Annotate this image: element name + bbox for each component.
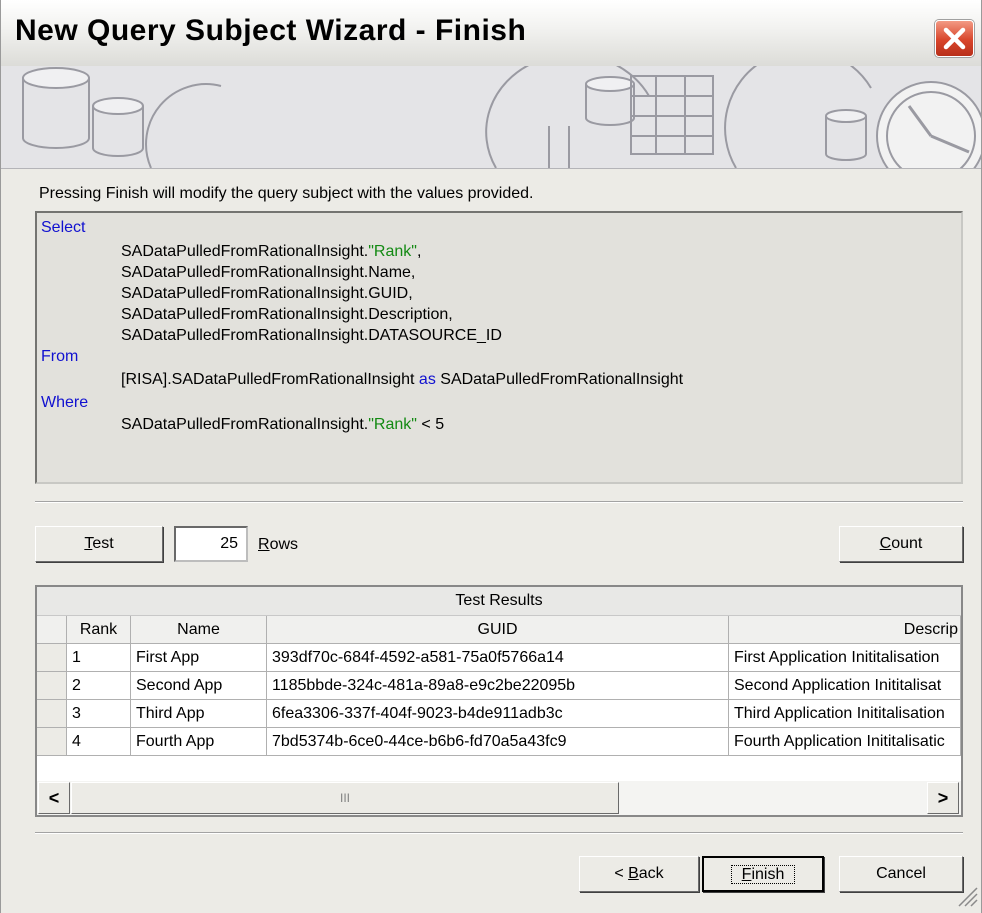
close-icon [943, 27, 966, 50]
separator-top [35, 501, 963, 503]
test-button[interactable]: Test [35, 526, 163, 562]
cell-name: Fourth App [131, 728, 267, 756]
row-selector[interactable] [37, 644, 67, 672]
info-text: Pressing Finish will modify the query su… [39, 185, 534, 202]
cancel-button[interactable]: Cancel [839, 856, 963, 892]
cell-rank: 4 [67, 728, 131, 756]
cell-rank: 2 [67, 672, 131, 700]
close-button[interactable] [935, 20, 974, 57]
column-header-rank[interactable]: Rank [67, 616, 131, 644]
row-selector[interactable] [37, 672, 67, 700]
sql-select-line: SADataPulledFromRationalInsight.Descript… [121, 306, 453, 323]
rows-label: Rows [258, 536, 299, 553]
sql-select-line: SADataPulledFromRationalInsight."Rank", [121, 243, 422, 260]
results-caption: Test Results [37, 587, 961, 616]
sql-select-line: SADataPulledFromRationalInsight.GUID, [121, 285, 413, 302]
cell-guid: 393df70c-684f-4592-a581-75a0f5766a14 [267, 644, 729, 672]
row-selector[interactable] [37, 700, 67, 728]
back-button[interactable]: < Back [579, 856, 699, 892]
cell-description: Second Application Inititalisat [729, 672, 961, 700]
table-row[interactable]: 2 Second App 1185bbde-324c-481a-89a8-e9c… [37, 672, 961, 700]
table-row[interactable]: 3 Third App 6fea3306-337f-404f-9023-b4de… [37, 700, 961, 728]
sql-where-keyword: Where [41, 394, 89, 411]
cell-rank: 1 [67, 644, 131, 672]
finish-focus-ring: Finish [730, 865, 796, 884]
table-row[interactable]: 4 Fourth App 7bd5374b-6ce0-44ce-b6b6-fd7… [37, 728, 961, 756]
results-grid: Test Results Rank Name GUID Descrip 1 Fi… [37, 587, 961, 781]
cell-guid: 7bd5374b-6ce0-44ce-b6b6-fd70a5a43fc9 [267, 728, 729, 756]
sql-where-line: SADataPulledFromRationalInsight."Rank" <… [121, 416, 445, 433]
row-selector[interactable] [37, 728, 67, 756]
column-header-description[interactable]: Descrip [729, 616, 961, 644]
cell-name: Second App [131, 672, 267, 700]
test-results-panel: Test Results Rank Name GUID Descrip 1 Fi… [35, 585, 963, 817]
cell-description: Fourth Application Inititalisatic [729, 728, 961, 756]
separator-bottom [35, 832, 963, 834]
sql-from-keyword: From [41, 348, 79, 365]
rows-count-input[interactable]: 25 [174, 526, 248, 562]
chevron-right-icon: > [937, 788, 949, 808]
count-button[interactable]: Count [839, 526, 963, 562]
resize-grip-icon[interactable] [951, 880, 979, 908]
cell-guid: 1185bbde-324c-481a-89a8-e9c2be22095b [267, 672, 729, 700]
cell-description: First Application Inititalisation [729, 644, 961, 672]
cell-rank: 3 [67, 700, 131, 728]
window-title: New Query Subject Wizard - Finish [15, 14, 527, 47]
sql-from-line: [RISA].SADataPulledFromRationalInsight a… [121, 371, 684, 388]
cell-guid: 6fea3306-337f-404f-9023-b4de911adb3c [267, 700, 729, 728]
banner-decoration-icon [22, 66, 981, 168]
grip-icon: III [339, 791, 350, 805]
finish-button[interactable]: Finish [702, 856, 824, 892]
horizontal-scrollbar[interactable]: < III > [37, 781, 961, 815]
wizard-window: New Query Subject Wizard - Finish Pressi… [0, 0, 982, 913]
column-header-guid[interactable]: GUID [267, 616, 729, 644]
scroll-left-button[interactable]: < [38, 782, 70, 814]
scroll-right-button[interactable]: > [927, 782, 959, 814]
chevron-left-icon: < [48, 788, 60, 808]
table-row[interactable]: 1 First App 393df70c-684f-4592-a581-75a0… [37, 644, 961, 672]
sql-select-keyword: Select [41, 219, 86, 236]
cell-name: First App [131, 644, 267, 672]
cell-description: Third Application Inititalisation [729, 700, 961, 728]
sql-select-line: SADataPulledFromRationalInsight.Name, [121, 264, 416, 281]
title-bar[interactable]: New Query Subject Wizard - Finish [1, 0, 981, 66]
column-header-name[interactable]: Name [131, 616, 267, 644]
scroll-thumb[interactable]: III [71, 782, 619, 814]
sql-select-line: SADataPulledFromRationalInsight.DATASOUR… [121, 327, 502, 344]
wizard-banner [1, 66, 981, 169]
cell-name: Third App [131, 700, 267, 728]
sql-preview-box[interactable]: Select SADataPulledFromRationalInsight."… [35, 211, 963, 484]
row-selector-header [37, 616, 67, 644]
